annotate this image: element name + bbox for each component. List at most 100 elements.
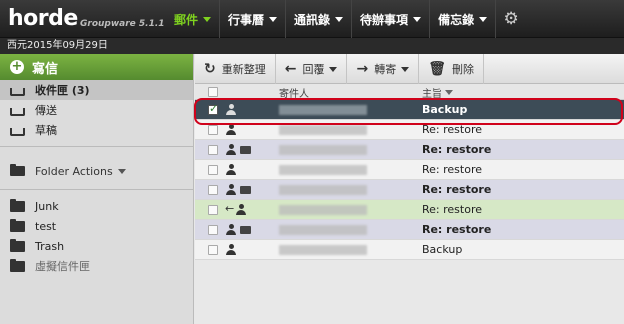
select-all-checkbox[interactable] (208, 87, 218, 97)
folder-icon (10, 218, 25, 232)
envelope-icon (240, 146, 251, 154)
person-icon (226, 184, 236, 195)
row-checkbox[interactable] (208, 145, 218, 155)
sidebar: + 寫信 收件匣 (3) 傳送 草稿 Folder Actions Junk t… (0, 54, 194, 324)
compose-label: 寫信 (32, 61, 59, 77)
folder-icon (10, 164, 25, 176)
chevron-down-icon (329, 66, 338, 72)
person-icon (226, 244, 236, 255)
row-checkbox[interactable] (208, 125, 218, 135)
row-checkbox[interactable] (208, 245, 218, 255)
sidebar-item-label: Junk (35, 199, 59, 213)
arrow-left-icon: ← (284, 61, 297, 77)
main-menu: 郵件 行事曆 通訊錄 待辦事項 備忘錄 ⚙ (166, 0, 526, 38)
sender-redacted (279, 205, 367, 215)
refresh-label: 重新整理 (221, 63, 266, 76)
menu-calendar-label: 行事曆 (228, 12, 265, 27)
reply-button[interactable]: ← 回覆 (276, 54, 348, 84)
table-row[interactable]: Re: restore (195, 140, 624, 160)
chevron-down-icon (117, 168, 126, 174)
forward-button[interactable]: → 轉寄 (347, 54, 420, 84)
plus-icon: + (10, 59, 24, 74)
person-icon (236, 204, 246, 215)
replied-icon: ← (225, 202, 235, 215)
table-row[interactable]: Backup (195, 240, 624, 260)
column-subject[interactable]: 主旨 (422, 85, 442, 100)
folder-actions-menu[interactable]: Folder Actions (0, 159, 193, 183)
sidebar-item-label: 虛擬信件匣 (35, 260, 90, 273)
sort-down-icon[interactable] (445, 90, 453, 95)
sidebar-item-inbox[interactable]: 收件匣 (3) (0, 80, 193, 100)
sidebar-item-sent[interactable]: 傳送 (0, 100, 193, 120)
sender-redacted (279, 105, 367, 115)
message-subject: Re: restore (422, 183, 492, 196)
inbox-icon (10, 87, 25, 96)
table-row[interactable]: Backup (195, 100, 624, 120)
current-date: 西元2015年09月29日 (0, 38, 624, 54)
table-row[interactable]: Re: restore (195, 160, 624, 180)
reply-label: 回覆 (302, 63, 325, 76)
compose-button[interactable]: + 寫信 (0, 54, 193, 80)
row-checkbox[interactable] (208, 165, 218, 175)
folder-actions-label: Folder Actions (35, 164, 113, 178)
menu-notes[interactable]: 備忘錄 (430, 0, 497, 38)
column-from[interactable]: 寄件人 (279, 85, 309, 100)
chevron-down-icon (203, 16, 212, 22)
row-checkbox[interactable] (208, 185, 218, 195)
message-subject: Re: restore (422, 143, 492, 156)
sidebar-item-label: Trash (35, 239, 65, 253)
arrow-right-icon: → (356, 61, 369, 77)
table-row[interactable]: ← Re: restore (195, 200, 624, 220)
folder-icon (10, 238, 25, 252)
table-row[interactable]: Re: restore (195, 120, 624, 140)
row-checkbox[interactable] (208, 102, 218, 115)
person-icon (226, 164, 236, 175)
message-subject: Backup (422, 103, 468, 116)
refresh-button[interactable]: ↻ 重新整理 (195, 54, 276, 84)
sender-redacted (279, 125, 367, 135)
sent-icon (10, 107, 25, 116)
menu-addressbook[interactable]: 通訊錄 (286, 0, 353, 38)
sidebar-item-label: 傳送 (35, 104, 57, 117)
chevron-down-icon (335, 16, 344, 22)
menu-mail[interactable]: 郵件 (166, 0, 221, 38)
message-subject: Backup (422, 243, 463, 256)
sidebar-item-virtual-folders[interactable]: 虛擬信件匣 (0, 256, 193, 276)
row-checkbox[interactable] (208, 225, 218, 235)
menu-addressbook-label: 通訊錄 (294, 12, 331, 27)
person-icon (226, 224, 236, 235)
refresh-icon: ↻ (204, 61, 216, 77)
folder-icon (10, 198, 25, 212)
chevron-down-icon (269, 16, 278, 22)
message-subject: Re: restore (422, 163, 482, 176)
table-row[interactable]: Re: restore (195, 220, 624, 240)
delete-button[interactable]: 🗑 刪除 (419, 54, 484, 84)
menu-calendar[interactable]: 行事曆 (220, 0, 287, 38)
person-icon (226, 104, 236, 115)
message-list: 寄件人 主旨 Backup Re: restore Re: restore Re… (195, 84, 624, 260)
person-icon (226, 144, 236, 155)
menu-tasks[interactable]: 待辦事項 (352, 0, 431, 38)
list-empty-area (195, 261, 624, 324)
sidebar-item-test[interactable]: test (0, 216, 193, 236)
row-checkbox[interactable] (208, 205, 218, 215)
envelope-icon (240, 186, 251, 194)
table-row[interactable]: Re: restore (195, 180, 624, 200)
sidebar-item-trash[interactable]: Trash (0, 236, 193, 256)
horde-logo[interactable]: horde (8, 6, 78, 31)
trash-icon: 🗑 (428, 61, 446, 77)
delete-label: 刪除 (451, 63, 474, 76)
divider (0, 189, 193, 190)
message-subject: Re: restore (422, 203, 482, 216)
sidebar-item-junk[interactable]: Junk (0, 196, 193, 216)
sidebar-item-drafts[interactable]: 草稿 (0, 120, 193, 140)
product-version: Groupware 5.1.1 (80, 19, 165, 29)
chevron-down-icon (401, 66, 410, 72)
list-header: 寄件人 主旨 (195, 84, 624, 100)
gear-icon[interactable]: ⚙ (496, 0, 526, 38)
menu-notes-label: 備忘錄 (438, 12, 475, 27)
menu-mail-label: 郵件 (174, 12, 199, 27)
divider (0, 146, 193, 147)
forward-label: 轉寄 (374, 63, 397, 76)
envelope-icon (240, 226, 251, 234)
